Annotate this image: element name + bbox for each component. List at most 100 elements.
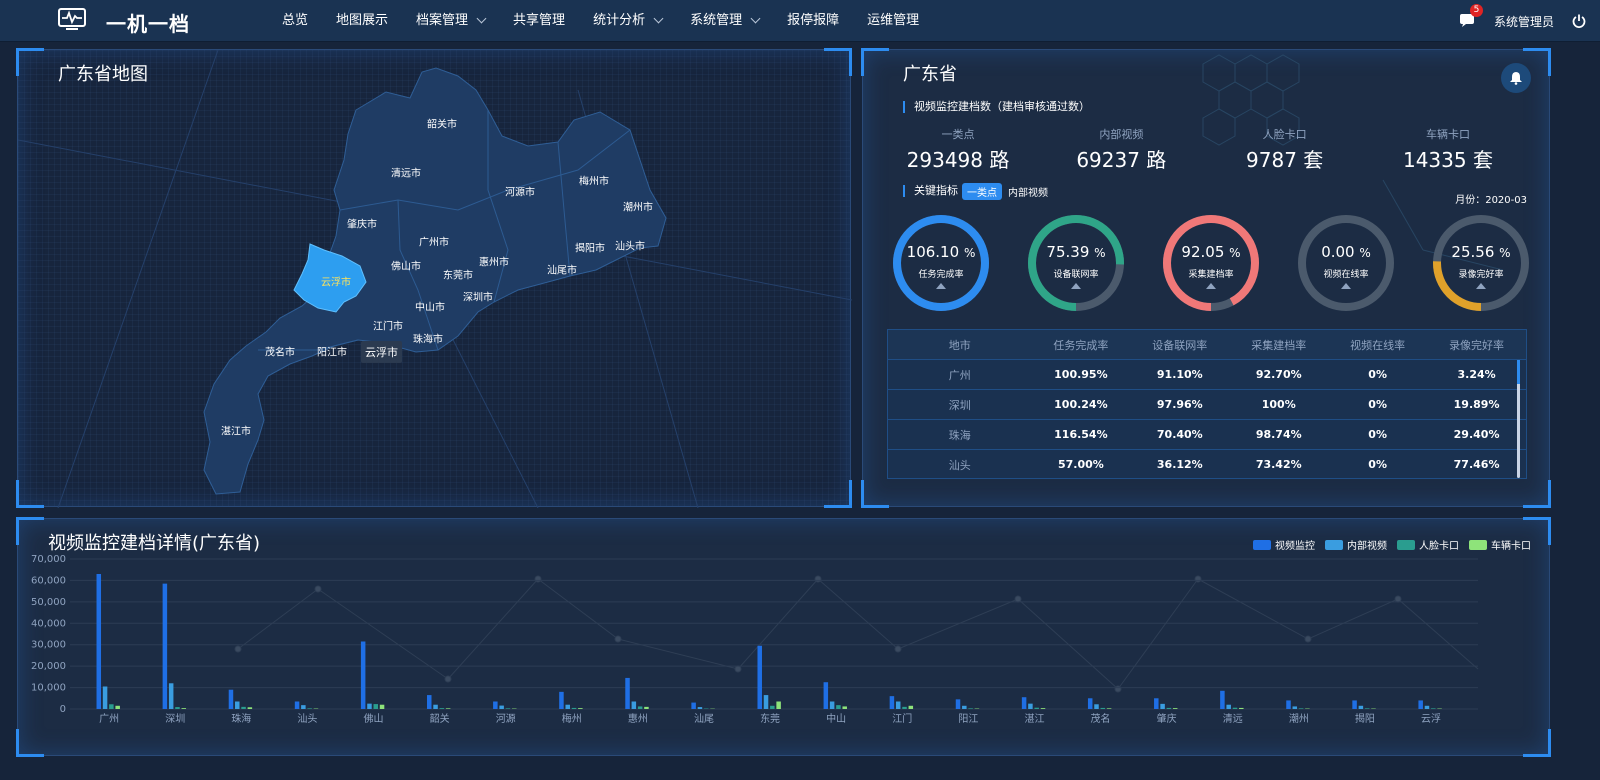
city-label[interactable]: 肇庆市 (347, 216, 377, 231)
bar-内部视频[interactable] (367, 703, 372, 709)
city-label[interactable]: 东莞市 (443, 267, 473, 282)
city-label[interactable]: 茂名市 (265, 344, 295, 359)
bar-内部视频[interactable] (499, 705, 504, 709)
bar-内部视频[interactable] (1094, 704, 1099, 709)
legend-item[interactable]: 车辆卡口 (1469, 537, 1531, 552)
kpi-tab-internal[interactable]: 内部视频 (1008, 184, 1048, 199)
bar-人脸卡口[interactable] (1232, 707, 1238, 709)
bar-视频监控[interactable] (1154, 698, 1159, 709)
kpi-gauge[interactable]: 75.39 % 设备联网率 (1026, 213, 1126, 313)
bar-车辆卡口[interactable] (1040, 708, 1046, 709)
bar-视频监控[interactable] (955, 699, 961, 709)
city-label[interactable]: 阳江市 (317, 344, 347, 359)
bar-车辆卡口[interactable] (644, 706, 649, 709)
bar-人脸卡口[interactable] (571, 707, 577, 709)
bar-视频监控[interactable] (559, 691, 564, 709)
bar-内部视频[interactable] (102, 686, 108, 710)
bar-内部视频[interactable] (433, 704, 438, 709)
bar-视频监控[interactable] (757, 645, 762, 709)
bar-车辆卡口[interactable] (578, 708, 583, 709)
bar-视频监控[interactable] (228, 689, 234, 709)
bar-车辆卡口[interactable] (247, 707, 253, 709)
bar-内部视频[interactable] (1358, 705, 1364, 709)
table-row[interactable]: 广州 100.95% 91.10% 92.70% 0% 3.24% (888, 360, 1526, 390)
bar-车辆卡口[interactable] (379, 704, 385, 709)
city-label[interactable]: 潮州市 (623, 199, 653, 214)
nav-item-3[interactable]: 共享管理 (499, 0, 579, 42)
bar-内部视频[interactable] (1424, 705, 1430, 709)
bar-视频监控[interactable] (691, 702, 696, 709)
city-label[interactable]: 江门市 (373, 318, 403, 333)
bar-视频监控[interactable] (1021, 697, 1027, 709)
city-label[interactable]: 清远市 (391, 165, 421, 180)
city-label[interactable]: 惠州市 (479, 254, 509, 269)
city-label[interactable]: 深圳市 (463, 289, 493, 304)
kpi-gauge[interactable]: 106.10 % 任务完成率 (891, 213, 991, 313)
bar-视频监控[interactable] (493, 701, 498, 710)
bar-视频监控[interactable] (96, 574, 102, 709)
bar-人脸卡口[interactable] (1431, 708, 1436, 709)
bar-车辆卡口[interactable] (908, 705, 914, 709)
city-label[interactable]: 梅州市 (579, 173, 609, 188)
bar-车辆卡口[interactable] (1239, 707, 1244, 709)
bar-人脸卡口[interactable] (505, 708, 511, 709)
bar-车辆卡口[interactable] (115, 705, 120, 709)
power-icon[interactable] (1572, 14, 1586, 28)
bar-内部视频[interactable] (1292, 706, 1298, 709)
bar-内部视频[interactable] (168, 683, 174, 709)
city-label[interactable]: 广州市 (419, 234, 449, 249)
bar-人脸卡口[interactable] (1166, 707, 1172, 709)
nav-item-5[interactable]: 系统管理 (676, 0, 773, 42)
bar-内部视频[interactable] (235, 701, 240, 710)
bar-视频监控[interactable] (427, 695, 432, 709)
table-scroll-thumb[interactable] (1517, 360, 1520, 384)
kpi-gauge[interactable]: 0.00 % 视频在线率 (1296, 213, 1396, 313)
bar-视频监控[interactable] (294, 701, 300, 710)
bar-人脸卡口[interactable] (968, 708, 973, 709)
city-label[interactable]: 珠海市 (413, 331, 443, 346)
bar-车辆卡口[interactable] (842, 706, 847, 709)
city-label[interactable]: 中山市 (415, 299, 445, 314)
bar-视频监控[interactable] (162, 583, 168, 709)
bar-内部视频[interactable] (565, 704, 570, 709)
nav-item-1[interactable]: 地图展示 (322, 0, 402, 42)
bar-人脸卡口[interactable] (902, 706, 907, 709)
bar-内部视频[interactable] (763, 695, 769, 709)
bar-人脸卡口[interactable] (241, 706, 246, 709)
bar-人脸卡口[interactable] (1100, 707, 1106, 709)
bar-人脸卡口[interactable] (1298, 708, 1304, 709)
bar-内部视频[interactable] (301, 705, 306, 709)
bar-车辆卡口[interactable] (1106, 708, 1112, 709)
user-name[interactable]: 系统管理员 (1494, 13, 1554, 30)
messages-button[interactable]: 5 (1458, 4, 1483, 30)
bar-内部视频[interactable] (962, 705, 967, 709)
city-label[interactable]: 汕尾市 (547, 262, 577, 277)
bar-内部视频[interactable] (631, 701, 637, 710)
table-row[interactable]: 珠海 116.54% 70.40% 98.74% 0% 29.40% (888, 420, 1526, 450)
bar-内部视频[interactable] (895, 701, 901, 710)
nav-item-6[interactable]: 报停报障 (773, 0, 853, 42)
bar-人脸卡口[interactable] (439, 708, 445, 709)
bar-车辆卡口[interactable] (776, 701, 781, 710)
legend-item[interactable]: 人脸卡口 (1397, 537, 1459, 552)
bar-视频监控[interactable] (1286, 700, 1291, 709)
city-label[interactable]: 河源市 (505, 184, 535, 199)
city-label[interactable]: 湛江市 (221, 423, 251, 438)
bar-人脸卡口[interactable] (373, 704, 379, 709)
bar-视频监控[interactable] (1418, 700, 1423, 709)
nav-item-2[interactable]: 档案管理 (402, 0, 499, 42)
kpi-tab-class1[interactable]: 一类点 (962, 183, 1002, 200)
nav-item-7[interactable]: 运维管理 (853, 0, 933, 42)
bar-视频监控[interactable] (1352, 700, 1357, 709)
city-label[interactable]: 汕头市 (615, 238, 645, 253)
bar-人脸卡口[interactable] (175, 707, 180, 709)
bar-内部视频[interactable] (1028, 703, 1033, 709)
bar-车辆卡口[interactable] (181, 708, 187, 709)
table-row[interactable]: 深圳 100.24% 97.96% 100% 0% 19.89% (888, 390, 1526, 420)
city-label[interactable]: 揭阳市 (575, 240, 605, 255)
legend-item[interactable]: 内部视频 (1325, 537, 1387, 552)
nav-item-4[interactable]: 统计分析 (579, 0, 676, 42)
bar-人脸卡口[interactable] (1034, 707, 1039, 709)
bar-视频监控[interactable] (823, 682, 829, 709)
nav-item-0[interactable]: 总览 (268, 0, 322, 42)
